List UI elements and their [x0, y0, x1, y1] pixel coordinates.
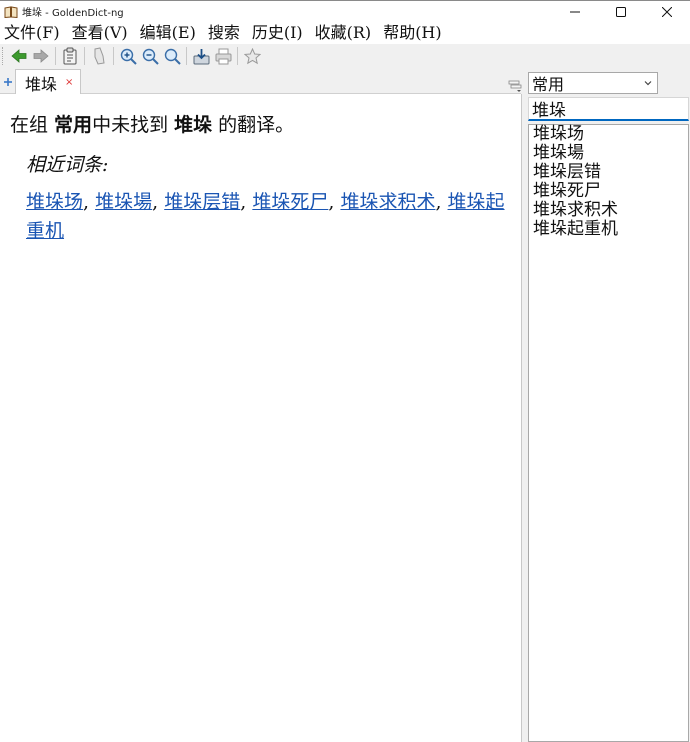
word-list[interactable]: 堆垛场 堆垛場 堆垛层错 堆垛死尸 堆垛求积术 堆垛起重机 — [528, 124, 689, 742]
similar-word-link[interactable]: 堆垛死尸 — [252, 191, 328, 213]
toolbar-separator — [237, 47, 238, 65]
minimize-icon — [570, 11, 580, 13]
list-item[interactable]: 堆垛死尸 — [529, 182, 688, 201]
tab-bar: 堆垛 × — [0, 69, 522, 95]
minimize-button[interactable] — [552, 1, 598, 23]
similar-word-link[interactable]: 堆垛場 — [95, 191, 152, 213]
menu-help[interactable]: 帮助(H) — [377, 22, 447, 44]
pronounce-icon — [94, 47, 105, 65]
list-item[interactable]: 堆垛求积术 — [529, 201, 688, 220]
tab-label: 堆垛 — [25, 74, 58, 94]
close-button[interactable] — [644, 1, 690, 23]
zoom-in-button[interactable] — [117, 45, 139, 67]
maximize-button[interactable] — [598, 1, 644, 23]
zoom-reset-button[interactable] — [161, 45, 183, 67]
similar-words-list: 堆垛场, 堆垛場, 堆垛层错, 堆垛死尸, 堆垛求积术, 堆垛起重机 — [26, 191, 505, 242]
group-select[interactable]: 常用 — [528, 72, 658, 94]
toolbar-separator — [84, 47, 85, 65]
back-button[interactable] — [8, 45, 30, 67]
list-item[interactable]: 堆垛起重机 — [529, 220, 688, 239]
article-view: 在组 常用中未找到 堆垛 的翻译。 相近词条: 堆垛场, 堆垛場, 堆垛层错, … — [0, 94, 521, 742]
not-found-prefix: 在组 — [10, 114, 55, 136]
list-item[interactable]: 堆垛场 — [529, 125, 688, 144]
similar-word-link[interactable]: 堆垛求积术 — [340, 191, 435, 213]
tab-article[interactable]: 堆垛 × — [15, 69, 81, 95]
list-item[interactable]: 堆垛場 — [529, 144, 688, 163]
menu-history[interactable]: 历史(I) — [246, 22, 309, 44]
similar-words-heading: 相近词条: — [26, 154, 109, 176]
toolbar — [0, 44, 690, 68]
maximize-icon — [616, 7, 626, 17]
print-button[interactable] — [212, 45, 234, 67]
back-arrow-icon — [11, 49, 27, 63]
menu-edit[interactable]: 编辑(E) — [134, 22, 202, 44]
new-tab-icon[interactable] — [2, 76, 14, 88]
toolbar-separator — [113, 47, 114, 65]
group-select-value: 常用 — [532, 75, 565, 94]
favorite-star-icon — [243, 47, 261, 64]
print-icon — [215, 48, 231, 64]
add-favorite-button[interactable] — [241, 45, 263, 67]
tab-close-icon[interactable]: × — [65, 77, 73, 88]
list-item[interactable]: 堆垛层错 — [529, 163, 688, 182]
zoom-out-icon — [142, 48, 159, 65]
pane-splitter[interactable] — [521, 69, 528, 742]
title-bar: 堆垛 - GoldenDict-ng — [0, 0, 690, 22]
zoom-in-icon — [120, 48, 137, 65]
save-article-button[interactable] — [190, 45, 212, 67]
not-found-middle: 中未找到 — [92, 114, 175, 136]
toolbar-separator — [186, 47, 187, 65]
book-icon — [4, 5, 18, 18]
forward-button[interactable] — [30, 45, 52, 67]
window-title: 堆垛 - GoldenDict-ng — [22, 8, 124, 19]
toolbar-separator — [55, 47, 56, 65]
menu-favorites[interactable]: 收藏(R) — [309, 22, 378, 44]
menu-view[interactable]: 查看(V) — [66, 22, 134, 44]
chevron-down-icon — [644, 81, 652, 86]
zoom-out-button[interactable] — [139, 45, 161, 67]
not-found-suffix: 的翻译。 — [212, 114, 295, 136]
similar-word-link[interactable]: 堆垛层错 — [164, 191, 240, 213]
forward-arrow-icon — [33, 49, 49, 63]
clipboard-icon — [63, 47, 77, 65]
similar-word-link[interactable]: 堆垛场 — [26, 191, 83, 213]
search-input[interactable] — [528, 97, 689, 121]
scan-clipboard-button[interactable] — [59, 45, 81, 67]
menu-file[interactable]: 文件(F) — [0, 22, 66, 44]
zoom-reset-icon — [164, 48, 181, 65]
menu-search[interactable]: 搜索 — [202, 22, 246, 44]
menu-bar: 文件(F) 查看(V) 编辑(E) 搜索 历史(I) 收藏(R) 帮助(H) — [0, 22, 690, 44]
not-found-message: 在组 常用中未找到 堆垛 的翻译。 — [10, 110, 294, 137]
close-icon — [662, 7, 672, 17]
pronounce-button[interactable] — [88, 45, 110, 67]
save-article-icon — [193, 48, 209, 64]
group-name: 常用 — [54, 114, 93, 136]
dictionary-bar-icon[interactable] — [508, 78, 522, 92]
looked-up-word: 堆垛 — [174, 114, 213, 136]
toolbar-grip[interactable] — [2, 47, 6, 65]
